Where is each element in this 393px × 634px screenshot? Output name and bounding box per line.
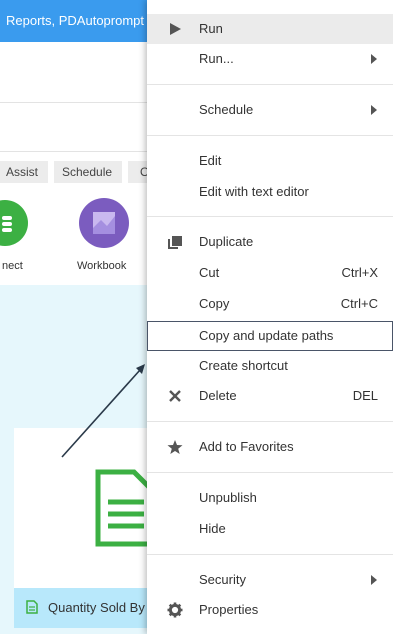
menu-divider (147, 472, 393, 473)
submenu-arrow-icon (371, 54, 377, 64)
menu-divider (147, 216, 393, 217)
menu-divider (147, 135, 393, 136)
menu-item-copy-update-paths[interactable]: Copy and update paths (147, 321, 393, 351)
star-icon (167, 440, 183, 454)
menu-item-copy[interactable]: Copy Ctrl+C (147, 289, 393, 319)
shortcut-copy: Ctrl+C (340, 296, 378, 311)
context-menu: Run Run... Schedule Edit Edit with text … (147, 0, 393, 634)
menu-item-duplicate[interactable]: Duplicate (147, 227, 393, 257)
menu-item-edit[interactable]: Edit (147, 146, 393, 176)
menu-item-run[interactable]: Run (147, 14, 393, 44)
gear-icon (167, 602, 183, 618)
menu-item-add-favorites[interactable]: Add to Favorites (147, 432, 393, 462)
shortcut-delete: DEL (352, 388, 378, 403)
menu-divider (147, 554, 393, 555)
menu-item-create-shortcut[interactable]: Create shortcut (147, 351, 393, 381)
shortcut-cut: Ctrl+X (341, 265, 378, 280)
menu-item-schedule[interactable]: Schedule (147, 95, 393, 125)
menu-item-security[interactable]: Security (147, 565, 393, 595)
menu-item-edit-text-editor[interactable]: Edit with text editor (147, 177, 393, 207)
menu-item-properties[interactable]: Properties (147, 595, 393, 625)
play-icon (170, 23, 181, 35)
submenu-arrow-icon (371, 105, 377, 115)
duplicate-icon (168, 236, 182, 249)
close-icon (169, 390, 181, 402)
menu-item-cut[interactable]: Cut Ctrl+X (147, 258, 393, 288)
menu-item-hide[interactable]: Hide (147, 514, 393, 544)
submenu-arrow-icon (371, 575, 377, 585)
menu-item-unpublish[interactable]: Unpublish (147, 483, 393, 513)
menu-item-delete[interactable]: Delete DEL (147, 381, 393, 411)
menu-item-run-options[interactable]: Run... (147, 44, 393, 74)
menu-divider (147, 84, 393, 85)
menu-divider (147, 421, 393, 422)
